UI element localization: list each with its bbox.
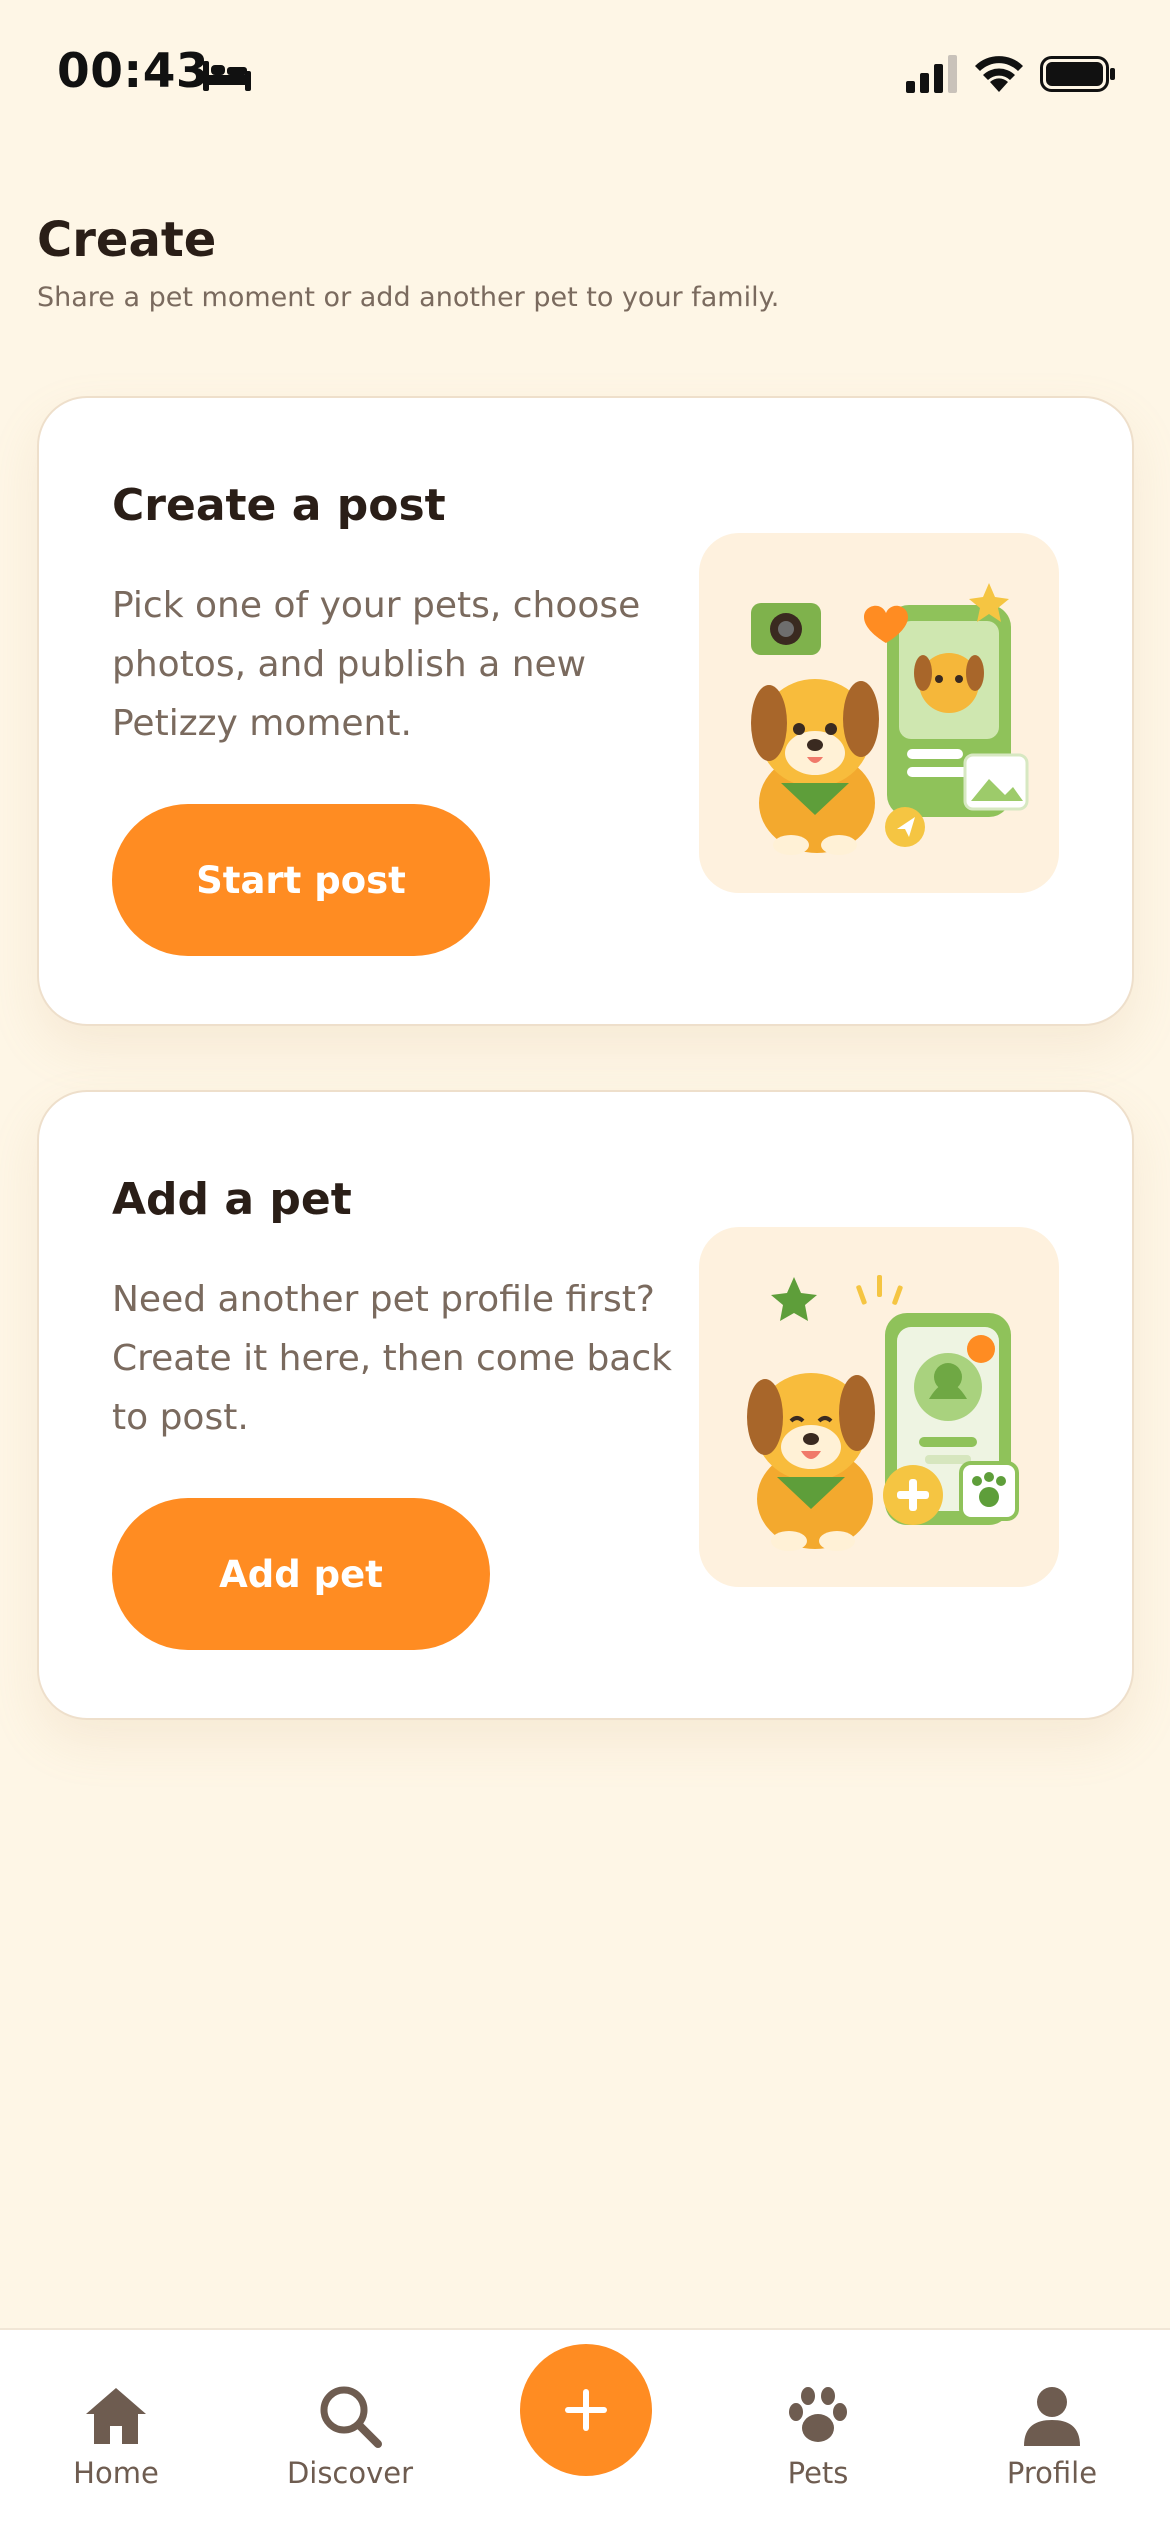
paw-icon bbox=[789, 2387, 847, 2442]
nav-discover[interactable]: Discover bbox=[260, 2330, 440, 2532]
start-post-button[interactable]: Start post bbox=[112, 804, 490, 956]
nav-pets[interactable]: Pets bbox=[728, 2330, 908, 2532]
create-button[interactable] bbox=[520, 2344, 652, 2476]
status-bar: 00:43 bbox=[0, 0, 1170, 150]
puppy-camera-phone-illustration bbox=[699, 533, 1059, 893]
bottom-nav: Home Discover Pets Profile bbox=[0, 2328, 1170, 2532]
page-title: Create bbox=[37, 212, 217, 268]
search-icon bbox=[320, 2386, 382, 2448]
person-icon bbox=[1024, 2387, 1080, 2446]
puppy-add-pet-illustration bbox=[699, 1227, 1059, 1587]
add-pet-button[interactable]: Add pet bbox=[112, 1498, 490, 1650]
nav-label: Home bbox=[73, 2456, 159, 2490]
nav-profile[interactable]: Profile bbox=[962, 2330, 1142, 2532]
add-pet-card: Add a pet Need another pet profile first… bbox=[37, 1090, 1134, 1720]
create-post-card: Create a post Pick one of your pets, cho… bbox=[37, 396, 1134, 1026]
card-title: Create a post bbox=[112, 480, 446, 531]
nav-label: Pets bbox=[787, 2456, 849, 2490]
card-title: Add a pet bbox=[112, 1174, 352, 1225]
wifi-icon bbox=[975, 56, 1023, 92]
status-time: 00:43 bbox=[57, 44, 210, 99]
card-description: Pick one of your pets, choose photos, an… bbox=[112, 585, 641, 744]
home-icon bbox=[86, 2388, 146, 2444]
plus-icon bbox=[565, 2389, 607, 2431]
card-description: Need another pet profile first? Create i… bbox=[112, 1279, 673, 1438]
battery-icon bbox=[1040, 56, 1115, 92]
signal-icon bbox=[906, 55, 957, 93]
page-subtitle: Share a pet moment or add another pet to… bbox=[37, 282, 780, 313]
nav-home[interactable]: Home bbox=[26, 2330, 206, 2532]
bed-icon bbox=[203, 61, 251, 91]
nav-label: Profile bbox=[1006, 2456, 1098, 2490]
nav-label: Discover bbox=[286, 2456, 414, 2490]
